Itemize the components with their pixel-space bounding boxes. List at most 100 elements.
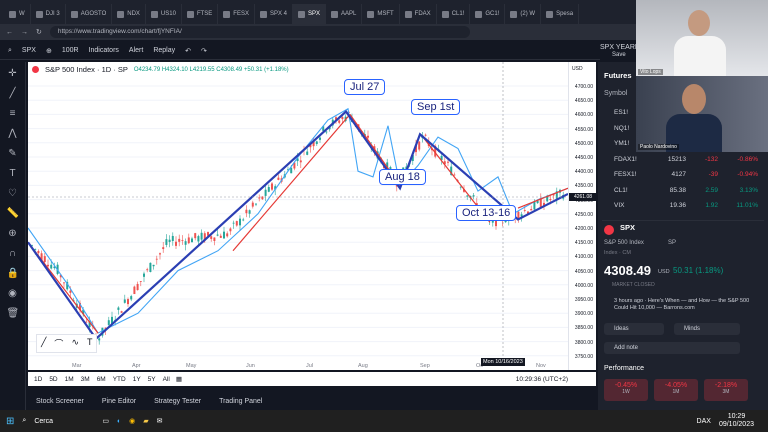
browser-tab[interactable]: FDAX [400,4,437,24]
range-3m[interactable]: 3M [81,376,90,383]
path-tool-icon[interactable]: ∿ [71,337,79,350]
crosshair-icon[interactable]: ✛ [7,68,19,80]
symbol-search[interactable]: SPX [22,47,36,54]
annotation-jul27[interactable]: Jul 27 [344,79,386,95]
range-5d[interactable]: 5D [49,376,57,383]
taskbar-ticker[interactable]: DAX [697,418,711,425]
lock-icon[interactable]: 🔒 [7,268,19,280]
price-axis[interactable]: USD 4700.00 4650.00 4600.00 4550.00 4500.00 4… [568,62,597,370]
details-change: 50.31 (1.18%) [673,266,724,275]
candle-body [213,237,216,241]
heart-icon[interactable]: ♡ [7,188,19,200]
browser-tab[interactable]: MSFT [362,4,400,24]
alert-button[interactable]: Alert [129,47,143,54]
calendar-icon[interactable]: ▦ [176,375,182,383]
bottom-tab[interactable]: Trading Panel [219,398,262,405]
interval-button[interactable]: 100R [62,47,79,54]
news-headline[interactable]: 3 hours ago · Here's When — and How — th… [614,298,762,312]
range-6m[interactable]: 6M [97,376,106,383]
range-1d[interactable]: 1D [34,376,42,383]
pattern-icon[interactable]: ⋀ [7,128,19,140]
browser-tab[interactable]: SPX [292,4,326,24]
tab-favicon-icon [150,10,158,18]
browser-tab[interactable]: AAPL [326,4,363,24]
forward-icon[interactable]: → [21,29,28,36]
performance-period: 1M [672,389,680,395]
replay-button[interactable]: Replay [153,47,175,54]
browser-tab[interactable]: Spesa [541,4,580,24]
minds-button[interactable]: Minds [674,323,740,335]
ideas-button[interactable]: Ideas [604,323,664,335]
ruler-icon[interactable]: 📏 [7,208,19,220]
save-button[interactable]: Save [612,52,626,58]
candle-body [181,240,184,241]
text-tool-icon[interactable]: T [87,337,93,350]
undo-icon[interactable]: ↶ [185,47,191,55]
annotation-sep1[interactable]: Sep 1st [411,99,461,115]
range-ytd[interactable]: YTD [113,376,126,383]
trendline-icon[interactable]: ╱ [7,88,19,100]
browser-tab[interactable]: FTSE [182,4,219,24]
browser-tab[interactable]: GC1! [470,4,506,24]
browser-tab[interactable]: W [4,4,31,24]
range-1y[interactable]: 1Y [133,376,141,383]
range-buttons: 1D 5D 1M 3M 6M YTD 1Y 5Y All [34,376,170,383]
add-symbol-icon[interactable]: ⊕ [46,47,52,55]
taskbar-search-icon[interactable]: ⌕ [22,417,26,425]
watchlist-row[interactable]: CL1! 85.38 2.59 3.13% [600,184,766,197]
bottom-tab[interactable]: Strategy Tester [154,398,201,405]
folder-icon[interactable]: ▰ [143,417,148,425]
search-icon[interactable]: ⌕ [8,47,12,55]
edge-icon[interactable]: ◐ [117,418,121,425]
clock: 10:29:36 (UTC+2) [515,375,568,383]
bottom-tab[interactable]: Stock Screener [36,398,84,405]
task-view-icon[interactable]: ▭ [102,417,109,425]
watchlist-row[interactable]: FDAX1! 15213 -132 -0.86% [600,153,766,166]
reload-icon[interactable]: ↻ [36,28,42,36]
mail-icon[interactable]: ✉ [157,417,163,425]
annotation-aug18[interactable]: Aug 18 [379,169,426,185]
performance-value: -2.18% [714,382,738,389]
line-tool-icon[interactable]: ╱ [41,337,46,350]
indicators-button[interactable]: Indicators [89,47,119,54]
watchlist-header[interactable]: Futures [604,71,632,80]
tab-favicon-icon [70,10,78,18]
browser-tab[interactable]: FESX [218,4,255,24]
url-field[interactable]: https://www.tradingview.com/chart/fjYNFI… [49,26,470,38]
brush-icon[interactable]: ✎ [7,148,19,160]
redo-icon[interactable]: ↷ [201,47,207,55]
fib-icon[interactable]: ≡ [7,108,19,120]
candle-body [341,117,344,120]
price-chart[interactable]: Mar Apr May Jun Jul Aug Sep Oc Nov S&P 500 Index… [27,62,569,370]
taskbar-search[interactable]: Cerca [34,418,94,425]
range-all[interactable]: All [163,376,170,383]
add-note-button[interactable]: Add note [604,342,740,354]
browser-tab[interactable]: SPX 4 [255,4,293,24]
browser-tab[interactable]: US10 [146,4,182,24]
eye-icon[interactable]: ◉ [7,288,19,300]
candle-body [239,218,241,226]
range-1m[interactable]: 1M [65,376,74,383]
magnet-icon[interactable]: ∩ [7,248,19,260]
browser-tab[interactable]: (2) W [505,4,542,24]
back-icon[interactable]: ← [6,29,13,36]
chrome-icon[interactable]: ◉ [129,417,135,425]
tab-favicon-icon [223,10,231,18]
browser-tab[interactable]: DJI 3 [31,4,66,24]
candle-body [248,210,251,214]
details-symbol[interactable]: SPX [620,223,635,232]
bottom-tab[interactable]: Pine Editor [102,398,136,405]
windows-start-icon[interactable]: ⊞ [6,416,14,427]
browser-tab[interactable]: CL1! [437,4,471,24]
text-icon[interactable]: T [7,168,19,180]
trash-icon[interactable]: 🗑 [7,308,20,320]
watchlist-row[interactable]: FESX1! 4127 -39 -0.94% [600,168,766,181]
watchlist-row[interactable]: VIX 19.36 1.92 11.01% [600,199,766,212]
curve-tool-icon[interactable]: ⌒ [54,337,63,350]
browser-tab[interactable]: AGOSTO [66,4,113,24]
range-5y[interactable]: 5Y [148,376,156,383]
browser-tab[interactable]: NDX [112,4,146,24]
zoom-icon[interactable]: ⊕ [7,228,19,240]
watchlist-sym: VIX [614,202,625,209]
annotation-oct13-16[interactable]: Oct 13-16 [456,205,517,221]
